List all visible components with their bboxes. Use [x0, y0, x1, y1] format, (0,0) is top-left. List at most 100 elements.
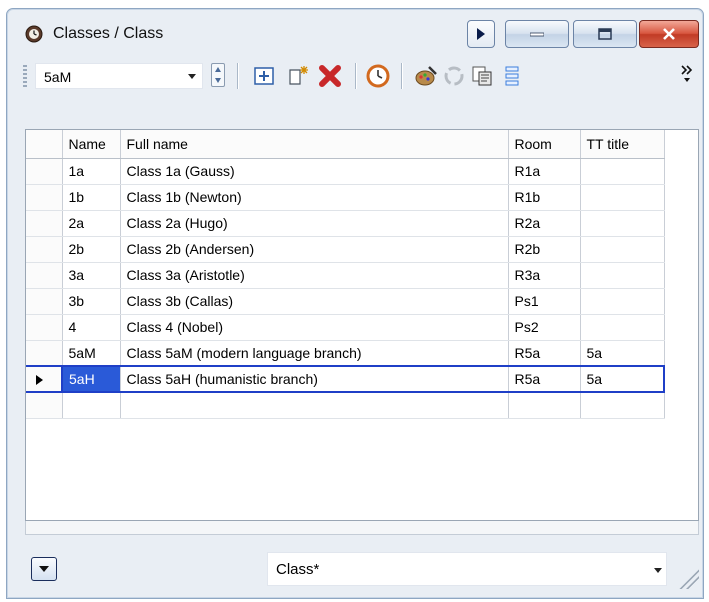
table-row-new[interactable] — [26, 392, 665, 419]
column-header-tt-title[interactable]: TT title — [580, 130, 665, 159]
table-row[interactable]: 4 Class 4 (Nobel) Ps2 — [26, 314, 665, 341]
cell-full-name[interactable]: Class 2b (Andersen) — [120, 236, 509, 263]
cell-room[interactable] — [508, 392, 581, 419]
table-row[interactable]: 3a Class 3a (Aristotle) R3a — [26, 262, 665, 289]
cell-tt-title[interactable]: 5a — [580, 365, 665, 393]
cell-tt-title[interactable] — [580, 236, 665, 263]
list-view-button[interactable] — [499, 63, 525, 89]
cell-tt-title[interactable] — [580, 184, 665, 211]
minimize-button[interactable] — [505, 20, 569, 48]
cell-tt-title[interactable] — [580, 210, 665, 237]
row-indicator-header — [26, 130, 63, 159]
cell-full-name[interactable]: Class 1a (Gauss) — [120, 158, 509, 185]
row-indicator[interactable] — [26, 314, 63, 341]
view-selector-value: Class* — [276, 561, 320, 578]
spin-up-down-icon[interactable] — [211, 63, 225, 87]
cell-room[interactable]: R2a — [508, 210, 581, 237]
cell-name[interactable]: 1b — [62, 184, 121, 211]
cell-room[interactable]: R1b — [508, 184, 581, 211]
row-indicator[interactable] — [26, 210, 63, 237]
cell-room[interactable]: Ps1 — [508, 288, 581, 315]
cell-room[interactable]: R3a — [508, 262, 581, 289]
cell-tt-title[interactable] — [580, 392, 665, 419]
cell-name[interactable] — [62, 392, 121, 419]
close-button[interactable] — [639, 20, 699, 48]
row-indicator[interactable] — [26, 158, 63, 185]
row-indicator[interactable] — [26, 288, 63, 315]
properties-button[interactable] — [251, 63, 277, 89]
maximize-button[interactable] — [573, 20, 637, 48]
minimize-icon — [530, 32, 544, 37]
time-off-icon — [366, 64, 390, 88]
delete-button[interactable] — [317, 63, 343, 89]
toolbar-separator — [237, 63, 238, 89]
column-header-name[interactable]: Name — [62, 130, 121, 159]
refresh-button[interactable] — [441, 63, 467, 89]
refresh-icon — [444, 66, 464, 86]
cell-full-name[interactable]: Class 4 (Nobel) — [120, 314, 509, 341]
run-button[interactable] — [467, 20, 495, 48]
row-indicator[interactable] — [26, 392, 63, 419]
cell-room[interactable]: R2b — [508, 236, 581, 263]
cell-tt-title[interactable]: 5a — [580, 340, 665, 367]
cell-tt-title[interactable] — [580, 288, 665, 315]
cell-room[interactable]: Ps2 — [508, 314, 581, 341]
classes-table: Name Full name Room TT title 1a Class 1a… — [26, 130, 665, 419]
classes-window: Classes / Class 5aM Name Full name Room … — [6, 8, 704, 599]
class-selector-value: 5aM — [44, 69, 72, 85]
cell-name[interactable]: 5aM — [62, 340, 121, 367]
class-selector[interactable]: 5aM — [35, 63, 203, 89]
row-indicator[interactable] — [26, 365, 63, 393]
row-indicator[interactable] — [26, 184, 63, 211]
cell-room[interactable]: R5a — [508, 365, 581, 393]
cell-name[interactable]: 3b — [62, 288, 121, 315]
cell-full-name[interactable]: Class 5aM (modern language branch) — [120, 340, 509, 367]
cell-full-name[interactable] — [120, 392, 509, 419]
cell-name[interactable]: 2a — [62, 210, 121, 237]
table-row[interactable]: 1b Class 1b (Newton) R1b — [26, 184, 665, 211]
cell-name[interactable]: 4 — [62, 314, 121, 341]
table-row[interactable]: 2a Class 2a (Hugo) R2a — [26, 210, 665, 237]
toolbar-overflow-button[interactable] — [679, 63, 695, 83]
toolbar-separator — [401, 63, 402, 89]
copy-button[interactable] — [469, 63, 495, 89]
delete-icon — [319, 65, 341, 87]
time-off-button[interactable] — [365, 63, 391, 89]
resize-grip-icon[interactable] — [677, 567, 699, 589]
cell-tt-title[interactable] — [580, 262, 665, 289]
table-row[interactable]: 5aM Class 5aM (modern language branch) R… — [26, 340, 665, 367]
new-item-button[interactable] — [285, 63, 311, 89]
properties-icon — [254, 67, 274, 85]
row-indicator[interactable] — [26, 262, 63, 289]
edit-palette-button[interactable] — [413, 63, 439, 89]
cell-name[interactable]: 3a — [62, 262, 121, 289]
cell-name[interactable]: 1a — [62, 158, 121, 185]
cell-full-name[interactable]: Class 3b (Callas) — [120, 288, 509, 315]
horizontal-scrollbar[interactable] — [25, 521, 699, 535]
column-header-full-name[interactable]: Full name — [120, 130, 509, 159]
cell-tt-title[interactable] — [580, 158, 665, 185]
cell-name[interactable]: 2b — [62, 236, 121, 263]
cell-full-name[interactable]: Class 5aH (humanistic branch) — [120, 365, 509, 393]
expand-down-button[interactable] — [31, 557, 57, 581]
title-bar[interactable]: Classes / Class — [7, 9, 703, 53]
column-header-room[interactable]: Room — [508, 130, 581, 159]
table-row[interactable]: 3b Class 3b (Callas) Ps1 — [26, 288, 665, 315]
row-indicator[interactable] — [26, 340, 63, 367]
cell-full-name[interactable]: Class 1b (Newton) — [120, 184, 509, 211]
cell-tt-title[interactable] — [580, 314, 665, 341]
cell-full-name[interactable]: Class 2a (Hugo) — [120, 210, 509, 237]
maximize-icon — [598, 28, 612, 40]
cell-full-name[interactable]: Class 3a (Aristotle) — [120, 262, 509, 289]
view-selector[interactable]: Class* — [267, 552, 667, 586]
table-row[interactable]: 2b Class 2b (Andersen) R2b — [26, 236, 665, 263]
table-row[interactable]: 1a Class 1a (Gauss) R1a — [26, 158, 665, 185]
cell-name[interactable]: 5aH — [61, 365, 121, 393]
row-indicator[interactable] — [26, 236, 63, 263]
cell-room[interactable]: R5a — [508, 340, 581, 367]
toolbar-grip[interactable] — [23, 65, 27, 87]
chevron-down-icon — [654, 568, 662, 573]
close-icon — [663, 28, 675, 40]
cell-room[interactable]: R1a — [508, 158, 581, 185]
table-row-current[interactable]: 5aH Class 5aH (humanistic branch) R5a 5a — [26, 365, 665, 393]
